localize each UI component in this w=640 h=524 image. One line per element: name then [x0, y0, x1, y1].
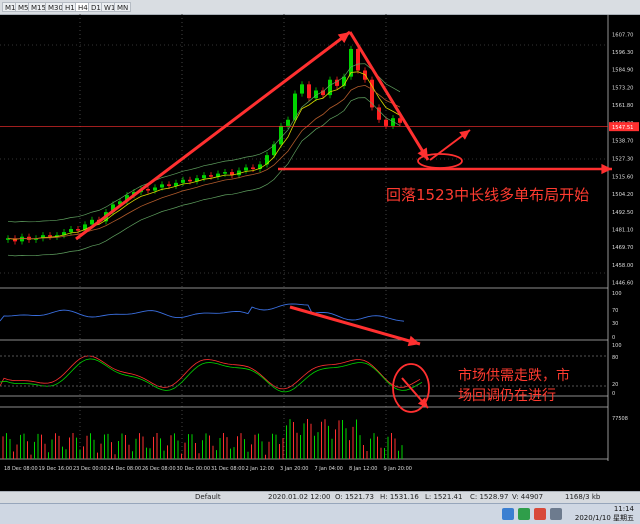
time-tick: 23 Dec 00:00 — [73, 466, 107, 472]
app-tray-icon[interactable] — [518, 508, 530, 520]
time-tick: 31 Dec 08:00 — [211, 466, 245, 472]
candle-body — [209, 175, 213, 177]
candle-body — [272, 144, 276, 156]
candle-body — [286, 119, 290, 126]
price-tick: 1527.30 — [612, 156, 633, 162]
candle-body — [160, 184, 164, 188]
candle-body — [384, 119, 388, 126]
candle-body — [202, 175, 206, 179]
rsi-tick: 100 — [612, 291, 622, 297]
candle-body — [69, 229, 73, 233]
price-tick: 1492.50 — [612, 210, 633, 216]
price-tick: 1538.70 — [612, 139, 633, 145]
time-tick: 18 Dec 08:00 — [4, 466, 38, 472]
bar-close: C: 1528.97 — [470, 493, 509, 501]
stoch-main — [0, 355, 421, 390]
rsi-tick: 70 — [612, 308, 618, 314]
candle-body — [223, 172, 227, 174]
candle-body — [76, 229, 80, 231]
bar-open: O: 1521.73 — [335, 493, 374, 501]
volume-icon[interactable] — [550, 508, 562, 520]
candle-body — [188, 179, 192, 182]
rsi-down-arrow — [289, 305, 421, 346]
ma-slow — [7, 84, 401, 240]
time-tick: 26 Dec 08:00 — [142, 466, 176, 472]
candle-body — [90, 219, 94, 225]
rsi-line — [0, 303, 405, 322]
bar-datetime: 2020.01.02 12:00 — [268, 493, 331, 501]
candle-body — [279, 125, 283, 145]
candle-body — [153, 187, 157, 191]
candle-body — [300, 84, 304, 94]
price-tick: 1573.20 — [612, 86, 633, 92]
moving-averages — [7, 63, 401, 257]
candle-body — [146, 189, 150, 191]
traffic-indicator: 1168/3 kb — [565, 493, 601, 501]
price-tick: 1584.90 — [612, 68, 633, 74]
candle-body — [48, 235, 52, 237]
bar-low: L: 1521.41 — [425, 493, 463, 501]
annotation-sub-line1: 市场供需走跌，市 — [458, 367, 570, 384]
candle-body — [307, 84, 311, 99]
time-tick: 30 Dec 00:00 — [177, 466, 211, 472]
time-tick: 8 Jan 12:00 — [349, 466, 377, 472]
clock-date: 2020/1/10 星期五 — [574, 514, 634, 522]
timeframe-toolbar: M1 M5 M15 M30 H1 H4 D1 W1 MN — [0, 0, 640, 15]
time-tick: 19 Dec 16:00 — [39, 466, 73, 472]
candle-body — [265, 155, 269, 165]
annotation-arrows — [75, 30, 612, 413]
annotation-sub-line2: 场回调仍在进行 — [458, 388, 556, 404]
rebound-arrow-head — [459, 130, 470, 140]
stoch-tick: 0 — [612, 391, 615, 397]
price-chart[interactable]: 1607.701596.301584.901573.201561.801550.… — [0, 14, 640, 478]
price-tick: 1596.30 — [612, 50, 633, 56]
bar-high: H: 1531.16 — [380, 493, 419, 501]
stoch-tick: 100 — [612, 343, 622, 349]
time-tick: 3 Jan 20:00 — [280, 466, 308, 472]
stoch-tick: 20 — [612, 382, 618, 388]
stoch-tick: 80 — [612, 355, 618, 361]
support-zone-circle — [417, 153, 463, 169]
time-tick: 2 Jan 12:00 — [246, 466, 274, 472]
pullback-arrow — [348, 31, 430, 161]
time-axis: 18 Dec 08:00 19 Dec 16:00 23 Dec 00:00 24 D… — [4, 466, 412, 472]
price-axis: 1607.701596.301584.901573.201561.801550.… — [0, 33, 639, 287]
timeframe-mn[interactable]: MN — [114, 2, 132, 12]
candle-body — [244, 167, 248, 171]
bar-volume: V: 44907 — [512, 493, 544, 501]
price-tick: 1515.60 — [612, 174, 633, 180]
rsi-tick: 30 — [612, 321, 618, 327]
candle-body — [181, 179, 185, 183]
price-tick: 1561.80 — [612, 103, 633, 109]
price-tick: 1607.70 — [612, 33, 633, 39]
price-tick: 1481.10 — [612, 227, 633, 233]
candle-body — [20, 236, 24, 242]
time-tick: 7 Jan 04:00 — [315, 466, 343, 472]
volume-tick: 77508 — [612, 416, 628, 422]
rsi-tick: 0 — [612, 335, 615, 341]
price-tick: 1458.00 — [612, 263, 633, 269]
shield-icon[interactable] — [534, 508, 546, 520]
network-icon[interactable] — [502, 508, 514, 520]
price-tick: 1504.20 — [612, 192, 633, 198]
time-tick: 24 Dec 08:00 — [108, 466, 142, 472]
price-tick: 1446.60 — [612, 281, 633, 287]
candlesticks — [6, 45, 402, 245]
support-level-arrow-head — [601, 163, 612, 175]
taskbar: 11:14 2020/1/10 星期五 — [0, 503, 640, 524]
stoch-signal — [0, 358, 423, 393]
profile-name: Default — [195, 493, 221, 501]
price-tick: 1469.70 — [612, 245, 633, 251]
system-clock[interactable]: 11:14 2020/1/10 星期五 — [575, 505, 634, 523]
time-tick: 9 Jan 20:00 — [384, 466, 412, 472]
ma-fast — [7, 71, 401, 240]
candle-body — [251, 167, 255, 170]
annotation-main: 回落1523中长线多单布局开始 — [386, 186, 589, 204]
candle-body — [356, 48, 360, 71]
clock-time: 11:14 — [613, 505, 634, 513]
price-tick: 1547.51 — [612, 125, 633, 131]
candle-body — [167, 184, 171, 186]
